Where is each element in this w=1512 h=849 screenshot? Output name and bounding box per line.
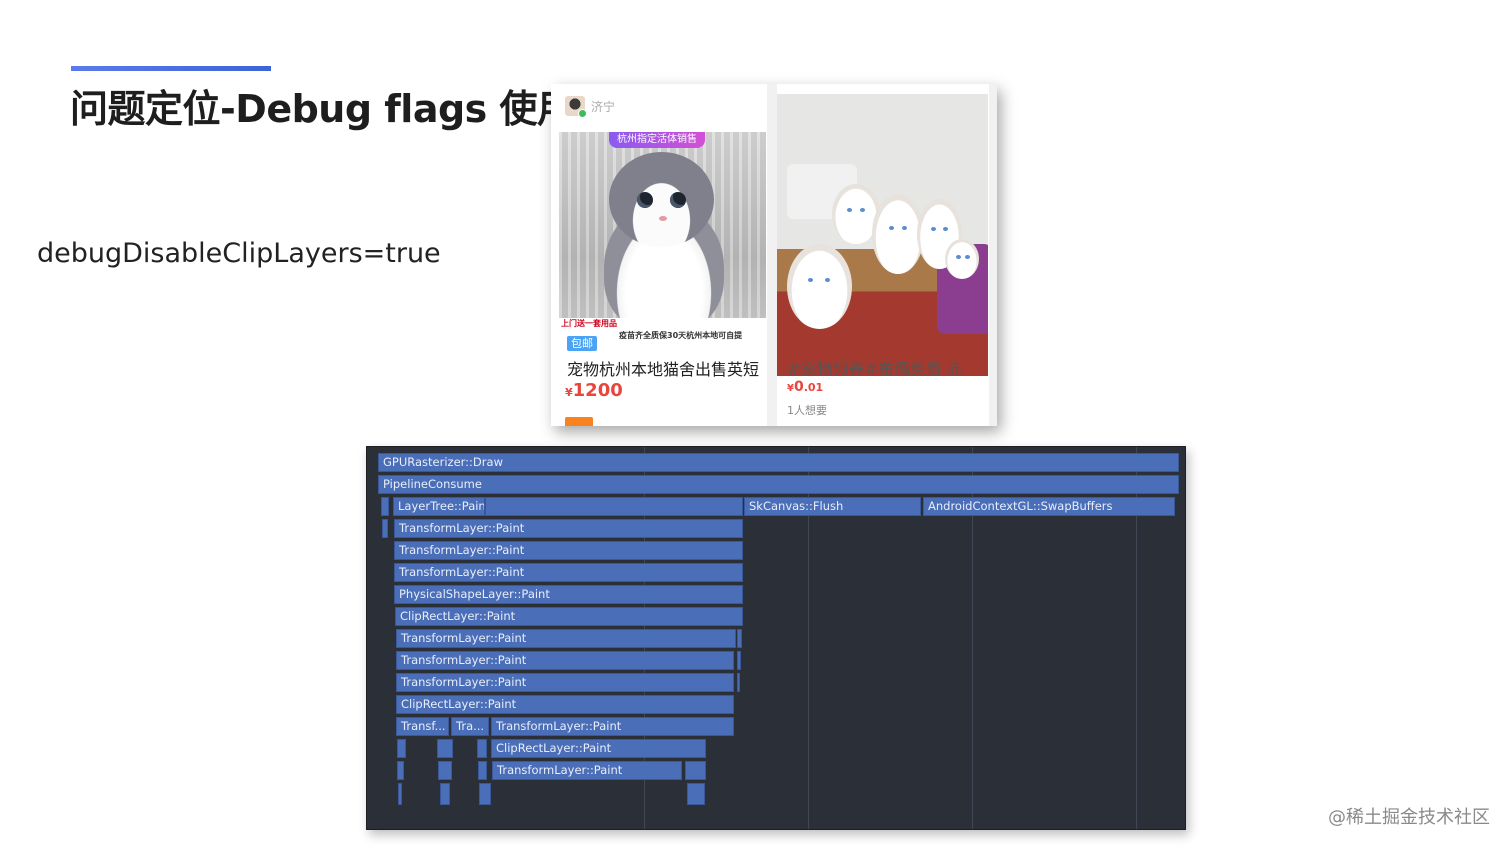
- flame-bar[interactable]: [398, 783, 402, 805]
- flame-bar[interactable]: [687, 783, 705, 805]
- flame-bar[interactable]: [479, 783, 491, 805]
- flame-bar[interactable]: [438, 761, 452, 780]
- flame-bar[interactable]: AndroidContextGL::SwapBuffers: [923, 497, 1175, 516]
- flame-bar[interactable]: Tra...: [451, 717, 489, 736]
- kitten-shape: [787, 244, 852, 329]
- image-caption-red: 上门送一套用品: [559, 318, 766, 330]
- watermark: @稀土掘金技术社区: [1328, 807, 1490, 828]
- flame-bar[interactable]: TransformLayer::Paint: [491, 717, 734, 736]
- seller-row: 济宁: [565, 94, 615, 118]
- flame-bar[interactable]: ClipRectLayer::Paint: [491, 739, 706, 758]
- flame-bar[interactable]: TransformLayer::Paint: [394, 541, 743, 560]
- kitten-eye-right: [670, 192, 686, 208]
- slide-title: 问题定位-Debug flags 使用: [70, 87, 575, 131]
- flame-bar[interactable]: PipelineConsume: [378, 475, 1179, 494]
- product-card-left[interactable]: 济宁 杭州指定活体销售 上门送一套用品 疫苗齐全质保30天杭州本地可自提 包邮 …: [551, 84, 767, 426]
- kitten-nose: [659, 216, 667, 221]
- platform-badge-icon: [565, 417, 593, 426]
- kitten-eye-left: [637, 192, 653, 208]
- want-count: 1人想要: [787, 404, 827, 417]
- title-accent-bar: [71, 66, 271, 71]
- flame-chart: GPURasterizer::Draw PipelineConsume Laye…: [366, 446, 1186, 830]
- product-price: ¥1200: [565, 380, 623, 401]
- flame-bar[interactable]: PhysicalShapeLayer::Paint: [394, 585, 743, 604]
- seller-name: 济宁: [591, 99, 616, 114]
- flame-bar[interactable]: TransformLayer::Paint: [396, 651, 734, 670]
- flame-bar[interactable]: [397, 739, 406, 758]
- flame-bar[interactable]: [381, 497, 389, 516]
- flame-bar[interactable]: [478, 761, 487, 780]
- flame-bar[interactable]: [737, 651, 741, 670]
- seller-avatar: [565, 96, 587, 118]
- kittens-photo: #宠物领养#布偶免费 赤: [777, 94, 988, 376]
- flame-bar[interactable]: ClipRectLayer::Paint: [395, 607, 743, 626]
- currency-symbol: ¥: [565, 386, 573, 399]
- post-overlay-text: #宠物领养#布偶免费 赤: [787, 360, 963, 376]
- product-price-right: ¥0.01: [787, 379, 823, 395]
- flame-bar[interactable]: LayerTree::Paint: [393, 497, 485, 516]
- flame-bar[interactable]: SkCanvas::Flush: [744, 497, 921, 516]
- flame-bar[interactable]: TransformLayer::Paint: [394, 519, 743, 538]
- currency-symbol: ¥: [787, 383, 794, 394]
- kitten-photo: 杭州指定活体销售 上门送一套用品 疫苗齐全质保30天杭州本地可自提: [559, 132, 766, 342]
- product-card-right[interactable]: #宠物领养#布偶免费 赤 ¥0.01 1人想要: [777, 84, 989, 426]
- flame-bar[interactable]: [485, 497, 743, 516]
- flame-bar[interactable]: ClipRectLayer::Paint: [396, 695, 734, 714]
- flame-bar[interactable]: [382, 519, 388, 538]
- flame-bar[interactable]: [737, 673, 740, 692]
- flame-bar[interactable]: TransformLayer::Paint: [394, 563, 743, 582]
- flame-bar[interactable]: [477, 739, 487, 758]
- flame-bar[interactable]: [685, 761, 706, 780]
- price-decimal: .01: [803, 381, 824, 394]
- kitten-head-shape: [609, 152, 714, 247]
- flame-bar[interactable]: [440, 783, 450, 805]
- flame-bar[interactable]: [737, 629, 742, 648]
- flame-bar[interactable]: TransformLayer::Paint: [396, 673, 734, 692]
- flame-bar[interactable]: [437, 739, 453, 758]
- debug-flag-label: debugDisableClipLayers=true: [37, 238, 441, 269]
- app-screenshot: 济宁 杭州指定活体销售 上门送一套用品 疫苗齐全质保30天杭州本地可自提 包邮 …: [551, 84, 997, 426]
- price-value: 1200: [572, 380, 623, 401]
- kitten-shape: [945, 239, 979, 279]
- flame-bar[interactable]: Transf...: [396, 717, 449, 736]
- flame-bar[interactable]: TransformLayer::Paint: [396, 629, 736, 648]
- image-badge: 杭州指定活体销售: [609, 132, 705, 148]
- flame-bar[interactable]: [397, 761, 404, 780]
- flame-bar[interactable]: TransformLayer::Paint: [492, 761, 682, 780]
- price-integer: 0: [793, 379, 804, 395]
- free-shipping-tag: 包邮: [567, 336, 597, 351]
- product-title: 宠物杭州本地猫舍出售英短: [567, 360, 760, 379]
- flame-bar[interactable]: GPURasterizer::Draw: [378, 453, 1179, 472]
